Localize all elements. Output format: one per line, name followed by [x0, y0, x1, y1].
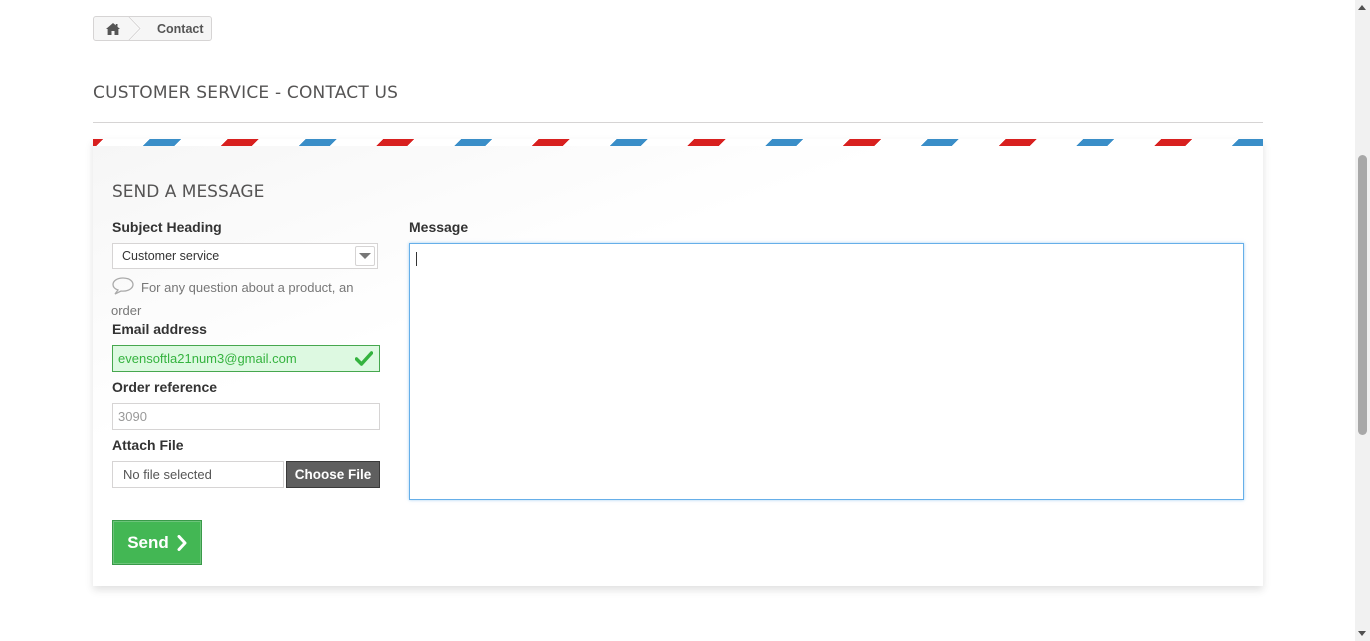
breadcrumb: Contact — [93, 16, 212, 41]
email-field[interactable]: evensoftla21num3@gmail.com — [112, 345, 380, 372]
subject-hint: For any question about a product, an ord… — [111, 276, 371, 322]
section-title: SEND A MESSAGE — [112, 182, 265, 202]
scrollbar-thumb[interactable] — [1358, 155, 1367, 435]
page-title: CUSTOMER SERVICE - CONTACT US — [93, 83, 399, 103]
subject-select[interactable]: Customer service — [112, 243, 378, 269]
message-label: Message — [409, 219, 469, 235]
send-label: Send — [127, 532, 169, 552]
file-name-text: No file selected — [123, 467, 212, 482]
order-reference-field[interactable]: 3090 — [112, 403, 380, 430]
speech-bubble-icon — [112, 277, 134, 295]
order-reference-label: Order reference — [112, 379, 218, 395]
send-button[interactable]: Send — [112, 520, 202, 565]
title-divider — [93, 122, 1263, 123]
scroll-up-arrow-icon[interactable] — [1358, 5, 1366, 10]
chevron-right-icon — [177, 534, 187, 551]
breadcrumb-home-link[interactable] — [94, 17, 132, 40]
page-scrollbar[interactable] — [1355, 0, 1370, 641]
choose-file-button[interactable]: Choose File — [286, 461, 380, 488]
subject-label: Subject Heading — [112, 219, 222, 235]
check-icon — [355, 351, 373, 366]
subject-hint-text: For any question about a product, an ord… — [111, 280, 354, 318]
order-reference-value: 3090 — [118, 409, 147, 424]
file-name-display: No file selected — [112, 461, 284, 488]
message-textarea[interactable] — [409, 243, 1244, 500]
email-value: evensoftla21num3@gmail.com — [118, 351, 297, 366]
subject-selected-value: Customer service — [122, 249, 220, 263]
breadcrumb-current: Contact — [157, 21, 204, 36]
home-icon — [106, 22, 120, 35]
attach-file-label: Attach File — [112, 437, 184, 453]
text-caret — [416, 252, 417, 266]
chevron-down-icon[interactable] — [355, 246, 375, 266]
contact-form: SEND A MESSAGE Subject Heading Customer … — [93, 139, 1263, 586]
email-label: Email address — [112, 321, 207, 337]
scroll-down-arrow-icon[interactable] — [1358, 631, 1366, 636]
